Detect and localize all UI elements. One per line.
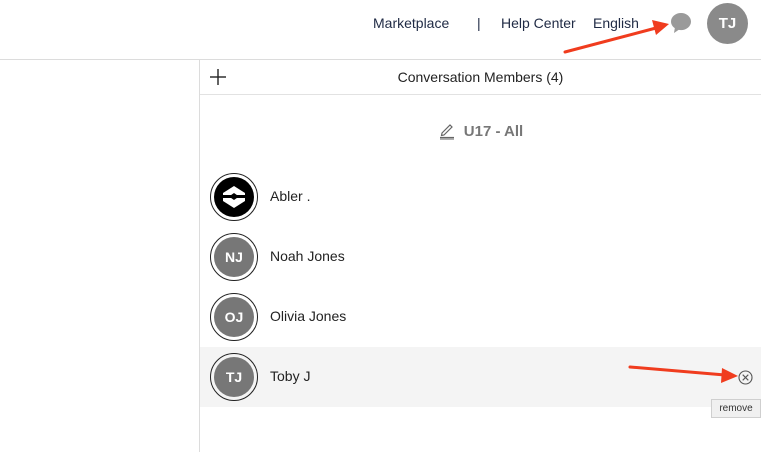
group-name: U17 - All [463,122,524,140]
conversation-list-pane [0,60,200,452]
member-avatar: NJ [210,233,258,281]
help-center-link[interactable]: Help Center [501,15,576,32]
abler-logo-icon [223,186,245,208]
members-panel-title: Conversation Members (4) [397,69,564,85]
member-initials: TJ [214,357,254,397]
remove-tooltip: remove [711,399,761,418]
nav-separator: | [477,15,481,31]
member-avatar [210,173,258,221]
member-row-hovered[interactable]: TJ Toby J [200,347,761,407]
chat-bubble-icon[interactable] [669,11,693,35]
member-avatar: OJ [210,293,258,341]
members-panel-header: Conversation Members (4) [200,60,761,95]
member-name: Olivia Jones [270,308,347,324]
member-row[interactable]: NJ Noah Jones [200,227,761,287]
member-avatar: TJ [210,353,258,401]
edit-pen-icon[interactable] [438,122,456,140]
member-name: Noah Jones [270,248,345,264]
member-initials: OJ [214,297,254,337]
member-initials: NJ [214,237,254,277]
member-row[interactable]: OJ Olivia Jones [200,287,761,347]
marketplace-link[interactable]: Marketplace [373,15,449,32]
member-row[interactable]: Abler . [200,167,761,227]
member-name: Abler . [270,188,311,204]
group-title-row: U17 - All [200,118,761,144]
top-navigation-bar: Marketplace | Help Center English TJ [0,0,761,60]
user-avatar[interactable]: TJ [707,3,748,44]
member-name: Toby J [270,368,311,384]
remove-circle-x-icon[interactable] [738,370,753,385]
language-selector[interactable]: English [593,15,639,32]
